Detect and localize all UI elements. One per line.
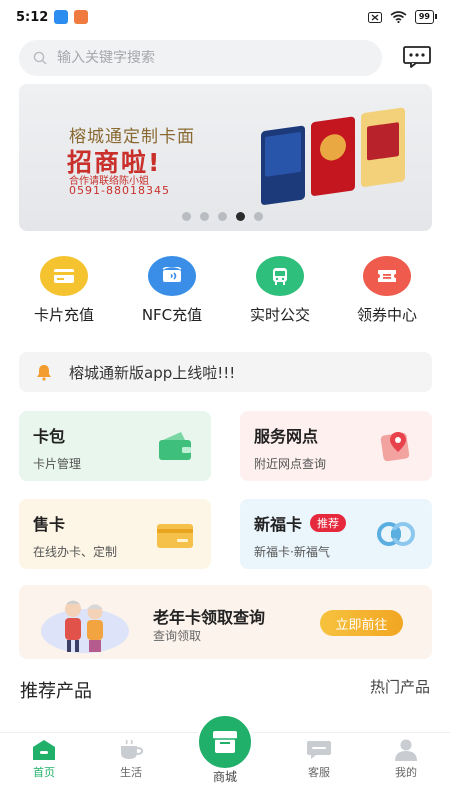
- notification-app-icon: [74, 10, 89, 24]
- bell-icon: [37, 365, 51, 381]
- card-recharge-icon: [40, 256, 88, 296]
- search-input[interactable]: [57, 50, 347, 66]
- pagination-dot[interactable]: [182, 212, 191, 221]
- card-service-outlets[interactable]: 服务网点 附近网点查询: [240, 411, 432, 481]
- search-bar[interactable]: [19, 40, 382, 76]
- coupon-icon: [363, 256, 411, 296]
- card-stack-illustration: [261, 107, 405, 205]
- sell-card-icon: [157, 524, 193, 548]
- card-sell-card[interactable]: 售卡 在线办卡、定制: [19, 499, 211, 569]
- tab-label: 首页: [33, 766, 55, 779]
- banner-pagination: [182, 212, 263, 221]
- quick-card-recharge[interactable]: 卡片充值: [14, 256, 114, 325]
- nfc-icon: [148, 256, 196, 296]
- wifi-icon: [390, 11, 407, 23]
- card-xinfu[interactable]: 新福卡 推荐 新福卡·新福气: [240, 499, 432, 569]
- chat-icon: [307, 741, 331, 759]
- tab-label: 我的: [395, 766, 417, 779]
- pagination-dot[interactable]: [218, 212, 227, 221]
- quick-label: 实时公交: [249, 306, 310, 324]
- pagination-dot[interactable]: [254, 212, 263, 221]
- tab-label: 商城: [212, 770, 237, 784]
- quick-label: NFC充值: [141, 306, 203, 324]
- home-icon: [33, 740, 55, 760]
- announcement-text: 榕城通新版app上线啦!!!: [69, 363, 236, 382]
- card-wallet[interactable]: 卡包 卡片管理: [19, 411, 211, 481]
- shop-icon: [213, 731, 237, 753]
- quick-menu: 卡片充值 NFC充值 实时公交 领券中心: [0, 256, 450, 326]
- battery-indicator: 99: [414, 10, 438, 24]
- message-icon[interactable]: [403, 46, 431, 68]
- coffee-icon: [121, 739, 144, 759]
- elder-card-title: 老年卡领取查询: [153, 608, 266, 627]
- elderly-couple-illustration: [41, 600, 129, 653]
- bus-icon: [256, 256, 304, 296]
- tab-home[interactable]: 首页: [9, 739, 79, 780]
- announcement-bar[interactable]: 榕城通新版app上线啦!!!: [19, 352, 432, 392]
- recommend-badge: 推荐: [310, 514, 347, 532]
- elder-card-banner[interactable]: 老年卡领取查询 查询领取 立即前往: [19, 585, 432, 659]
- tab-life[interactable]: 生活: [96, 739, 166, 780]
- status-left: 5:12: [16, 9, 89, 25]
- user-icon: [395, 739, 417, 761]
- quick-realtime-bus[interactable]: 实时公交: [230, 256, 330, 325]
- quick-label: 领券中心: [356, 306, 417, 324]
- search-icon: [33, 51, 47, 65]
- quick-label: 卡片充值: [33, 306, 94, 324]
- wallet-icon: [159, 432, 191, 460]
- tab-service[interactable]: 客服: [284, 739, 354, 780]
- recommended-products-title: 推荐产品: [20, 681, 92, 702]
- hot-products-link[interactable]: 热门产品: [370, 676, 430, 697]
- status-time: 5:12: [16, 9, 49, 25]
- tab-mall-button[interactable]: [196, 713, 254, 771]
- pagination-dot[interactable]: [200, 212, 209, 221]
- map-location-icon: [380, 432, 410, 462]
- tab-label: 客服: [308, 766, 330, 779]
- pagination-dot-active[interactable]: [236, 212, 245, 221]
- quick-coupon-center[interactable]: 领券中心: [337, 256, 437, 325]
- elder-card-subtitle: 查询领取: [153, 629, 202, 643]
- go-now-button[interactable]: 立即前往: [320, 610, 403, 636]
- tab-label: 生活: [120, 766, 142, 779]
- promo-banner[interactable]: 榕城通定制卡面 招商啦! 合作请联络陈小姐 0591-88018345: [19, 84, 432, 231]
- sim-off-icon: [367, 11, 382, 23]
- quick-nfc-recharge[interactable]: NFC充值: [122, 256, 222, 325]
- status-bar: 5:12 99: [0, 0, 450, 34]
- fu-card-icon: [377, 522, 415, 546]
- banner-phone: 0591-88018345: [69, 184, 170, 197]
- status-right: 99: [367, 10, 438, 24]
- tab-mine[interactable]: 我的: [371, 739, 441, 780]
- notification-app-icon: [54, 10, 69, 24]
